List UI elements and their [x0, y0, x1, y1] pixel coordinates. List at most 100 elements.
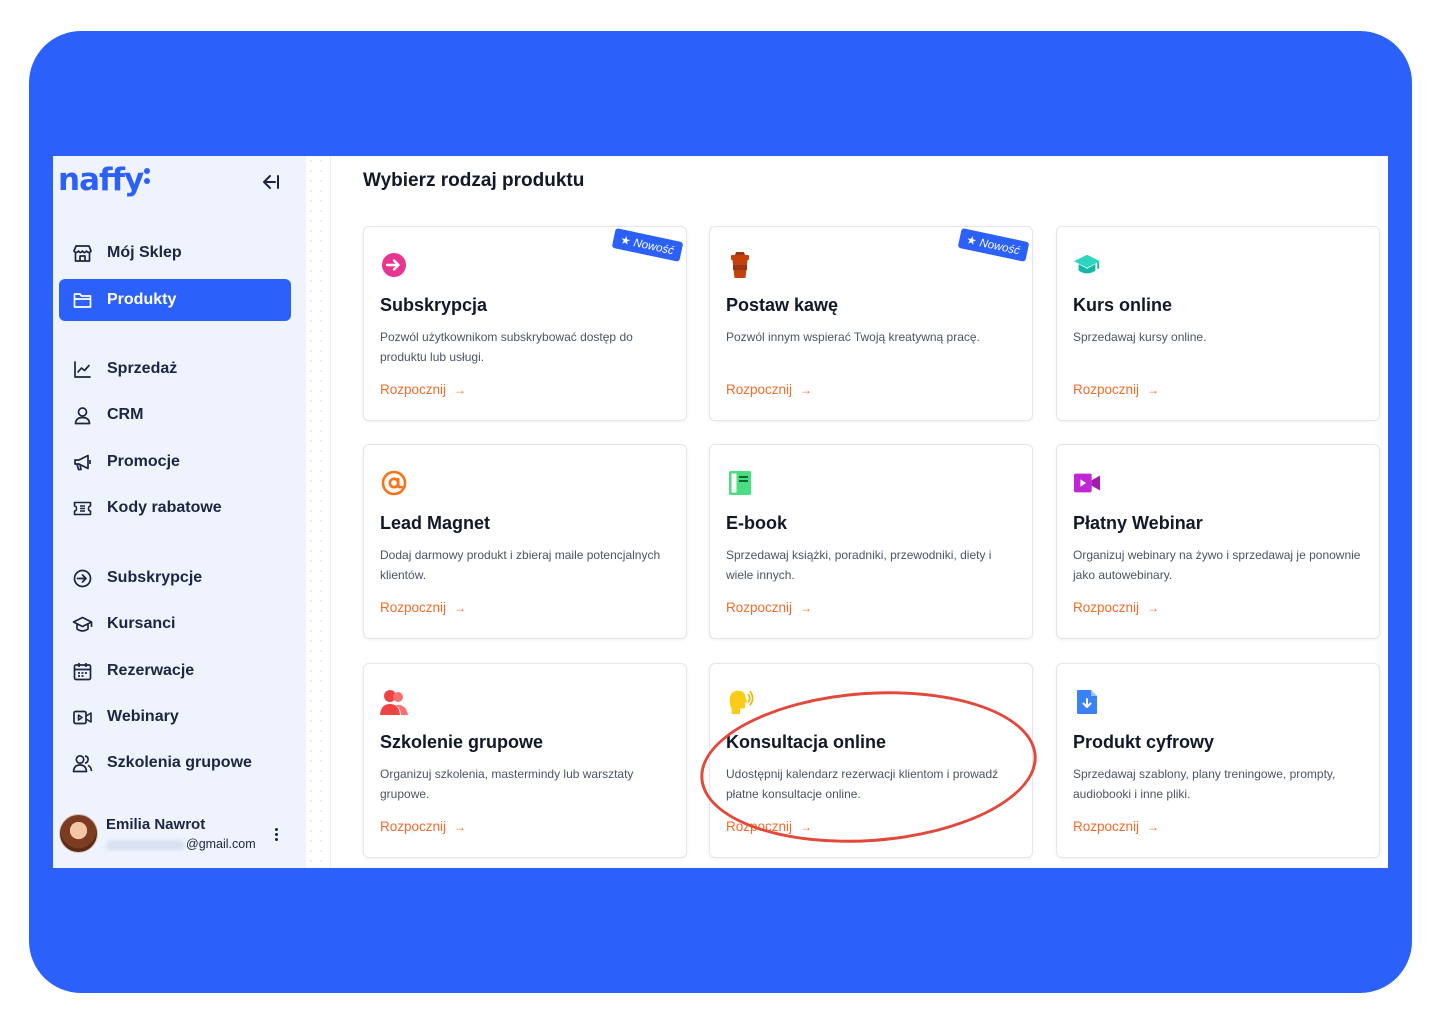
start-link-label: Rozpocznij	[1073, 600, 1140, 615]
sidebar-item-label: Kody rabatowe	[107, 499, 222, 516]
start-link[interactable]: Rozpocznij →	[726, 819, 812, 834]
sidebar-item-sprzedaz[interactable]: Sprzedaż	[59, 348, 291, 390]
product-card-lead-magnet[interactable]: Lead Magnet Dodaj darmowy produkt i zbie…	[363, 444, 687, 639]
card-description: Sprzedawaj szablony, plany treningowe, p…	[1073, 767, 1336, 801]
product-card-postaw-kawe[interactable]: ★ Nowość Postaw kawę Pozwól innym wspier…	[709, 226, 1033, 421]
start-link[interactable]: Rozpocznij →	[1073, 600, 1159, 615]
arrow-right-icon: →	[454, 600, 467, 615]
card-title: Kurs online	[1073, 295, 1173, 315]
product-card-e-book[interactable]: E-book Sprzedawaj książki, poradniki, pr…	[709, 444, 1033, 639]
card-title: Konsultacja online	[726, 732, 887, 752]
sidebar-item-label: Subskrypcje	[107, 569, 203, 586]
arrow-right-icon: →	[1147, 819, 1160, 834]
redacted-email-mask	[106, 839, 184, 850]
start-link[interactable]: Rozpocznij →	[380, 600, 466, 615]
start-link[interactable]: Rozpocznij →	[380, 819, 466, 834]
arrow-left-bar-icon	[263, 175, 279, 189]
sidebar-item-label: Promocje	[107, 453, 180, 470]
arrow-right-icon: →	[800, 382, 813, 397]
video-camera-icon	[1073, 469, 1101, 497]
arrow-right-icon: →	[454, 819, 467, 834]
avatar	[59, 814, 98, 853]
start-link-label: Rozpocznij	[1073, 819, 1140, 834]
sidebar-item-kursanci[interactable]: Kursanci	[59, 603, 291, 645]
card-description: Sprzedawaj kursy online.	[1073, 330, 1207, 344]
card-title: Postaw kawę	[726, 295, 839, 315]
arrow-right-icon: →	[800, 600, 813, 615]
card-title: Płatny Webinar	[1073, 513, 1203, 533]
logo-dots-icon	[144, 168, 152, 190]
video-icon	[72, 707, 93, 728]
start-link[interactable]: Rozpocznij →	[726, 600, 812, 615]
sidebar-item-promocje[interactable]: Promocje	[59, 441, 291, 483]
sidebar-item-label: Sprzedaż	[107, 360, 178, 377]
card-title: E-book	[726, 513, 787, 533]
arrow-right-icon: →	[1147, 600, 1160, 615]
app-window: naffy Mój Sklep Produkty Sprzedaż CRM Pr…	[53, 156, 1388, 868]
sidebar-item-szkolenia-grupowe[interactable]: Szkolenia grupowe	[59, 742, 291, 784]
card-description: Sprzedawaj książki, poradniki, przewodni…	[726, 548, 992, 582]
user-menu-button[interactable]	[269, 824, 283, 844]
card-title: Lead Magnet	[380, 513, 491, 533]
start-link[interactable]: Rozpocznij →	[1073, 819, 1159, 834]
sidebar-item-kody-rabatowe[interactable]: Kody rabatowe	[59, 487, 291, 529]
sidebar-item-label: CRM	[107, 406, 144, 423]
subscription-icon	[72, 568, 93, 589]
product-card-szkolenie-grupowe[interactable]: Szkolenie grupowe Organizuj szkolenia, m…	[363, 663, 687, 858]
card-title: Produkt cyfrowy	[1073, 732, 1215, 752]
new-badge: ★ Nowość	[611, 228, 684, 262]
sidebar-item-label: Mój Sklep	[107, 244, 182, 261]
naffy-logo[interactable]: naffy	[58, 162, 144, 198]
card-description: Pozwól innym wspierać Twoją kreatywną pr…	[726, 330, 980, 344]
product-card-kurs-online[interactable]: Kurs online Sprzedawaj kursy online. Roz…	[1056, 226, 1380, 421]
start-link[interactable]: Rozpocznij →	[1073, 382, 1159, 397]
product-card-konsultacja-online[interactable]: Konsultacja online Udostępnij kalendarz …	[709, 663, 1033, 858]
store-icon	[72, 243, 93, 264]
start-link[interactable]: Rozpocznij →	[726, 382, 812, 397]
start-link[interactable]: Rozpocznij →	[380, 382, 466, 397]
sidebar-item-label: Produkty	[107, 291, 177, 308]
sidebar-item-moj-sklep[interactable]: Mój Sklep	[59, 232, 291, 274]
card-title: Subskrypcja	[380, 295, 488, 315]
sidebar-item-webinary[interactable]: Webinary	[59, 696, 291, 738]
sidebar-item-rezerwacje[interactable]: Rezerwacje	[59, 650, 291, 692]
user-name: Emilia Nawrot	[106, 816, 206, 833]
sidebar-item-crm[interactable]: CRM	[59, 394, 291, 436]
product-card-subskrypcja[interactable]: ★ Nowość Subskrypcja Pozwól użytkownikom…	[363, 226, 687, 421]
download-file-icon	[1073, 688, 1101, 716]
new-badge: ★ Nowość	[957, 228, 1030, 262]
start-link-label: Rozpocznij	[726, 819, 793, 834]
at-sign-icon	[380, 469, 408, 497]
arrow-right-icon: →	[454, 382, 467, 397]
start-link-label: Rozpocznij	[726, 382, 793, 397]
sidebar-item-label: Webinary	[107, 708, 179, 725]
calendar-icon	[72, 661, 93, 682]
arrow-right-icon: →	[800, 819, 813, 834]
product-card-platny-webinar[interactable]: Płatny Webinar Organizuj webinary na żyw…	[1056, 444, 1380, 639]
user-icon	[72, 405, 93, 426]
start-link-label: Rozpocznij	[380, 819, 447, 834]
sidebar-item-produkty[interactable]: Produkty	[59, 279, 291, 321]
book-icon	[726, 469, 754, 497]
product-card-produkt-cyfrowy[interactable]: Produkt cyfrowy Sprzedawaj szablony, pla…	[1056, 663, 1380, 858]
sidebar-divider	[306, 156, 331, 868]
card-description: Organizuj szkolenia, mastermindy lub war…	[380, 767, 634, 801]
sidebar-item-label: Szkolenia grupowe	[107, 754, 252, 771]
page-title: Wybierz rodzaj produktu	[363, 170, 585, 191]
chart-line-icon	[72, 359, 93, 380]
sidebar: naffy Mój Sklep Produkty Sprzedaż CRM Pr…	[53, 156, 306, 868]
user-email-suffix: @gmail.com	[186, 837, 256, 851]
sidebar-item-subskrypcje[interactable]: Subskrypcje	[59, 557, 291, 599]
start-link-label: Rozpocznij	[380, 382, 447, 397]
speaking-head-icon	[726, 688, 754, 716]
start-link-label: Rozpocznij	[1073, 382, 1140, 397]
coffee-cup-icon	[726, 251, 754, 279]
sidebar-item-label: Kursanci	[107, 615, 176, 632]
card-description: Organizuj webinary na żywo i sprzedawaj …	[1073, 548, 1361, 582]
folder-icon	[72, 290, 93, 311]
arrow-right-icon: →	[1147, 382, 1160, 397]
user-profile[interactable]: Emilia Nawrot @gmail.com	[59, 812, 291, 858]
collapse-sidebar-button[interactable]	[259, 170, 283, 194]
megaphone-icon	[72, 452, 93, 473]
ticket-icon	[72, 498, 93, 519]
